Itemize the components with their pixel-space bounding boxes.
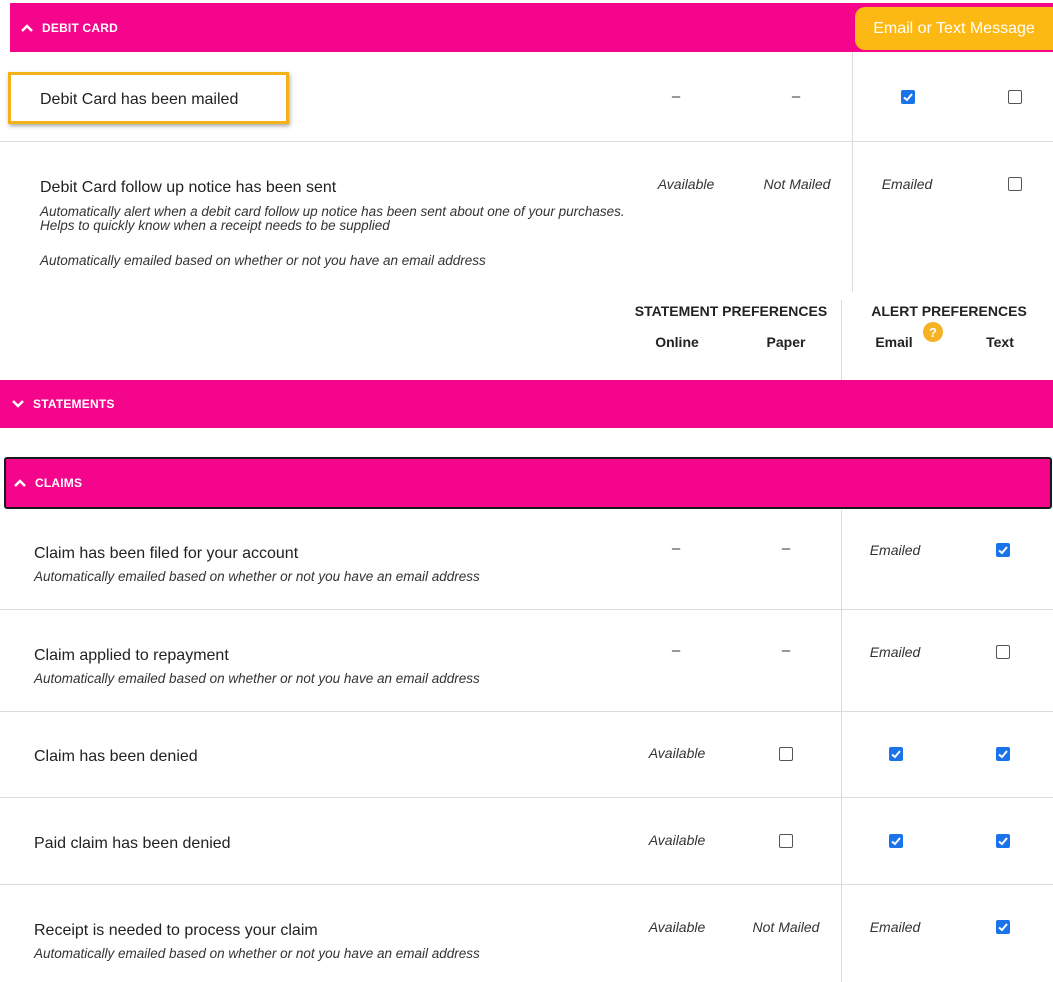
alert-preferences-heading: ALERT PREFERENCES [871,303,1027,319]
row-note: Automatically emailed based on whether o… [40,253,486,268]
paper-value: Not Mailed [763,176,831,192]
online-value: Available [648,832,706,848]
checkmark-icon [998,546,1008,555]
paper-value: – [781,540,791,557]
help-icon[interactable]: ? [923,322,943,342]
chevron-up-icon [21,23,33,32]
text-checkbox[interactable] [996,747,1010,761]
email-value: Emailed [869,919,921,935]
claims-section-header[interactable]: CLAIMS [4,457,1052,509]
online-value: Available [657,176,715,192]
row-title: Paid claim has been denied [34,835,231,852]
row-title: Debit Card follow up notice has been sen… [40,179,337,196]
row-title: Debit Card has been mailed [40,91,239,108]
text-checkbox[interactable] [1008,177,1022,191]
checkmark-icon [891,750,901,759]
section-label: DEBIT CARD [42,20,118,35]
online-column-header: Online [655,334,699,350]
divider [0,609,1053,610]
text-checkbox[interactable] [996,920,1010,934]
paper-value: – [791,88,801,105]
online-value: – [671,88,681,105]
section-label: CLAIMS [35,476,83,490]
divider [0,711,1053,712]
text-checkbox[interactable] [1008,90,1022,104]
email-checkbox[interactable] [889,834,903,848]
divider [852,52,853,292]
text-checkbox[interactable] [996,543,1010,557]
divider [841,510,842,982]
row-title: Claim has been filed for your account [34,545,299,562]
row-title: Claim applied to repayment [34,647,229,664]
chevron-up-icon [14,479,26,487]
divider [841,300,842,380]
email-column-header: Email [875,334,913,350]
text-checkbox[interactable] [996,834,1010,848]
email-checkbox[interactable] [889,747,903,761]
divider [0,884,1053,885]
statement-preferences-heading: STATEMENT PREFERENCES [634,303,828,319]
row-title: Claim has been denied [34,748,198,765]
email-value: Emailed [869,644,921,660]
email-checkbox[interactable] [901,90,915,104]
divider [0,797,1053,798]
row-title: Receipt is needed to process your claim [34,922,318,939]
email-or-text-tooltip: Email or Text Message [855,7,1053,50]
checkmark-icon [998,923,1008,932]
email-value: Emailed [881,176,933,192]
divider [0,141,1053,142]
paper-checkbox[interactable] [779,834,793,848]
online-value: Available [648,745,706,761]
paper-value: Not Mailed [752,919,820,935]
online-value: – [671,540,681,557]
row-description: Automatically emailed based on whether o… [34,946,480,961]
online-value: Available [648,919,706,935]
email-value: Emailed [869,542,921,558]
chevron-down-icon [12,400,24,408]
online-value: – [671,642,681,659]
paper-column-header: Paper [766,334,806,350]
section-label: STATEMENTS [33,397,115,411]
checkmark-icon [903,93,913,102]
checkmark-icon [998,750,1008,759]
text-checkbox[interactable] [996,645,1010,659]
paper-value: – [781,642,791,659]
row-description: Automatically emailed based on whether o… [34,569,480,584]
paper-checkbox[interactable] [779,747,793,761]
checkmark-icon [891,837,901,846]
row-description: Automatically emailed based on whether o… [34,671,480,686]
text-column-header: Text [986,334,1014,350]
checkmark-icon [998,837,1008,846]
statements-section-header[interactable]: STATEMENTS [0,380,1053,428]
row-description: Automatically alert when a debit card fo… [40,204,625,233]
